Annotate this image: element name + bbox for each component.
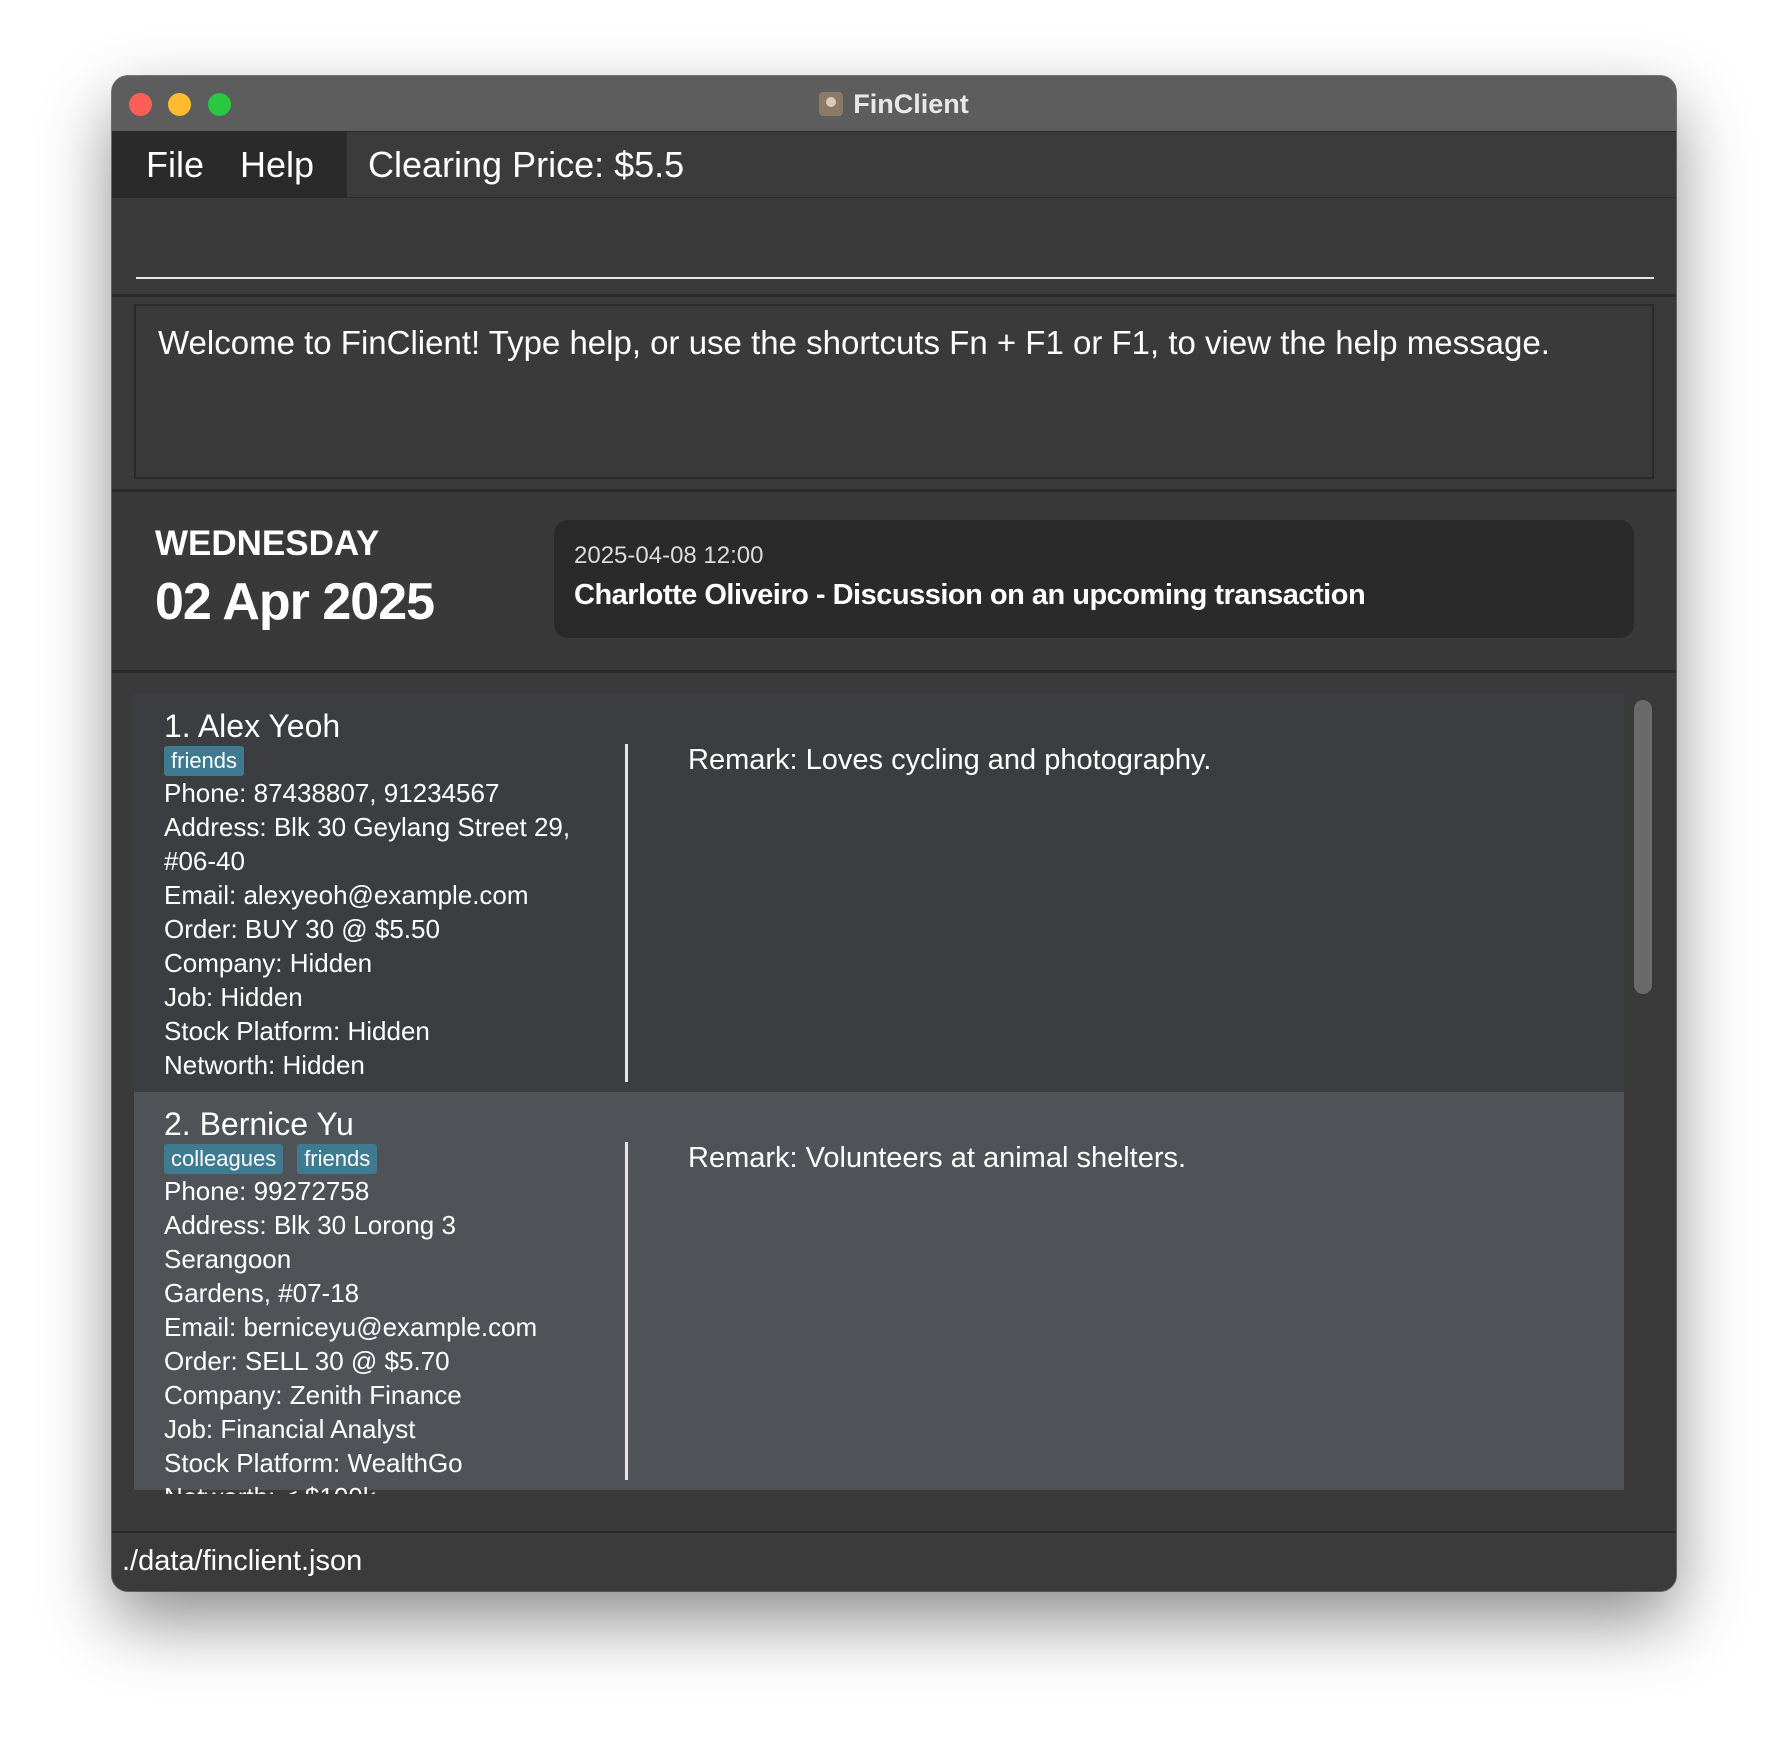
menu-bar: File Help Clearing Price: $5.5 [112, 132, 1676, 198]
person-list-panel: 1. Alex Yeoh friends Phone: 87438807, 91… [112, 674, 1676, 1534]
title-bar: FinClient [112, 76, 1676, 132]
result-display: Welcome to FinClient! Type help, or use … [134, 304, 1654, 479]
person-name: 1. Alex Yeoh [164, 708, 341, 744]
tag-list: colleagues friends [164, 1144, 378, 1174]
order-field: Order: SELL 30 @ $5.70 [164, 1346, 450, 1376]
phone-field: Phone: 87438807, 91234567 [164, 778, 500, 808]
remark-text: Remark: Loves cycling and photography. [688, 744, 1212, 776]
day-label: WEDNESDAY [155, 524, 380, 563]
menu-group: File Help [112, 132, 347, 198]
tag: friends [297, 1144, 378, 1174]
divider [112, 670, 1676, 673]
list-scrollbar[interactable] [1634, 700, 1652, 994]
date-label: 02 Apr 2025 [155, 573, 435, 631]
person-details: Phone: 87438807, 91234567 Address: Blk 3… [164, 776, 584, 1082]
save-file-path: ./data/finclient.json [122, 1545, 363, 1577]
command-input[interactable] [136, 209, 1654, 279]
card-divider [625, 1142, 628, 1480]
address-field-cont: #06-40 [164, 846, 245, 876]
event-title: Charlotte Oliveiro - Discussion on an up… [574, 579, 1366, 611]
app-window: FinClient File Help Clearing Price: $5.5… [112, 76, 1676, 1591]
app-icon [819, 92, 844, 116]
upcoming-event-card[interactable]: 2025-04-08 12:00 Charlotte Oliveiro - Di… [554, 520, 1634, 638]
address-field: Address: Blk 30 Lorong 3 Serangoon [164, 1210, 456, 1274]
networth-field: Networth: < $100k [164, 1480, 584, 1494]
address-field: Address: Blk 30 Geylang Street 29, [164, 812, 571, 842]
event-time: 2025-04-08 12:00 [574, 542, 764, 569]
result-message: Welcome to FinClient! Type help, or use … [158, 324, 1550, 361]
command-box [112, 199, 1676, 294]
tag: colleagues [164, 1144, 284, 1174]
person-card-selected[interactable]: 2. Bernice Yu colleagues friends Phone: … [134, 1092, 1624, 1494]
company-field: Company: Hidden [164, 948, 373, 978]
tag: friends [164, 746, 245, 776]
address-field-cont: Gardens, #07-18 [164, 1278, 360, 1308]
menu-help[interactable]: Help [222, 144, 332, 186]
clearing-price-label: Clearing Price: $5.5 [368, 144, 685, 185]
window-title: FinClient [853, 88, 969, 119]
order-field: Order: BUY 30 @ $5.50 [164, 914, 440, 944]
tag-list: friends [164, 746, 245, 776]
divider [112, 294, 1676, 297]
company-field: Company: Zenith Finance [164, 1380, 462, 1410]
menu-file[interactable]: File [112, 144, 222, 186]
schedule-panel: WEDNESDAY 02 Apr 2025 2025-04-08 12:00 C… [112, 492, 1676, 670]
card-divider [625, 744, 628, 1082]
status-bar: ./data/finclient.json [112, 1531, 1676, 1591]
person-list[interactable]: 1. Alex Yeoh friends Phone: 87438807, 91… [134, 694, 1624, 1494]
person-name: 2. Bernice Yu [164, 1106, 354, 1142]
job-field: Job: Hidden [164, 982, 303, 1012]
job-field: Job: Financial Analyst [164, 1414, 416, 1444]
title-wrap: FinClient [112, 76, 1676, 132]
email-field: Email: alexyeoh@example.com [164, 880, 529, 910]
stock-platform-field: Stock Platform: WealthGo [164, 1448, 463, 1478]
networth-field: Networth: Hidden [164, 1050, 365, 1080]
email-field: Email: berniceyu@example.com [164, 1312, 538, 1342]
person-card[interactable]: 1. Alex Yeoh friends Phone: 87438807, 91… [134, 694, 1624, 1092]
stock-platform-field: Stock Platform: Hidden [164, 1016, 430, 1046]
person-details: Phone: 99272758 Address: Blk 30 Lorong 3… [164, 1174, 584, 1494]
remark-text: Remark: Volunteers at animal shelters. [688, 1142, 1187, 1174]
phone-field: Phone: 99272758 [164, 1176, 370, 1206]
